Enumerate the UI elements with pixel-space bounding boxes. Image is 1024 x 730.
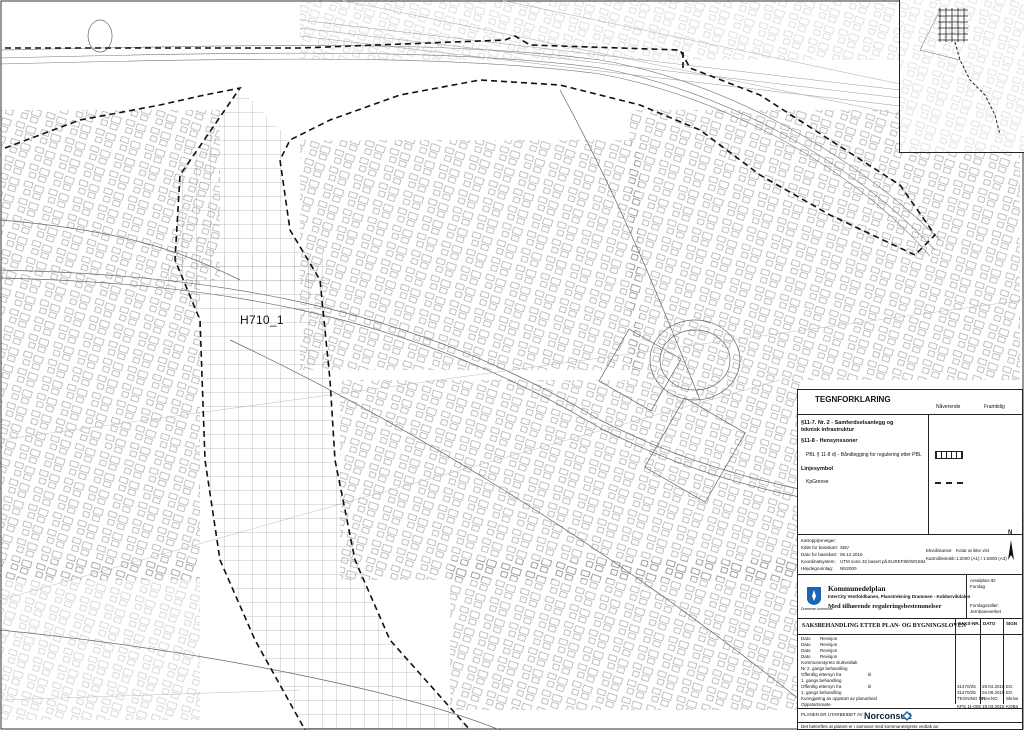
legend-section-a2: teknisk infrastruktur bbox=[801, 427, 855, 433]
case-row-value: Revisjon bbox=[820, 636, 838, 641]
col-sak: SAKS-NR. bbox=[958, 621, 980, 626]
col-sign: SIGN bbox=[1006, 621, 1018, 626]
case-sign: Skrive bbox=[1006, 696, 1019, 701]
case-row-key: 1. gangs behandling bbox=[801, 678, 842, 683]
divider bbox=[798, 414, 1022, 415]
case-row-value: Revisjon bbox=[820, 648, 838, 653]
meta-key: Høydegrunnlag: bbox=[801, 566, 834, 571]
case-row-key: Nr 2. gangs behandling bbox=[801, 666, 848, 671]
case-row-key: Oppstartsmøte bbox=[801, 702, 831, 707]
case-row-key: Dato bbox=[801, 654, 811, 659]
hatch-symbol bbox=[935, 451, 963, 459]
case-row-key: Dato bbox=[801, 636, 811, 641]
signature-label: Forslagsstiller: bbox=[970, 603, 1000, 608]
legend-item-kpgrense: KpGrense bbox=[806, 479, 829, 485]
case-row-key: Dato bbox=[801, 648, 811, 653]
divider bbox=[798, 534, 1022, 535]
divider bbox=[955, 618, 956, 704]
divider bbox=[798, 722, 1022, 723]
col-dato: DATO bbox=[983, 621, 996, 626]
scale-label: Kartmålestokk: bbox=[926, 556, 956, 561]
divider bbox=[798, 574, 1022, 575]
case-row-key: Offentlig ettersyn fra bbox=[801, 684, 842, 689]
meta-header: Kartopplysninger: bbox=[801, 538, 837, 543]
divider bbox=[798, 708, 1022, 709]
plan-title: Kommunedelplan bbox=[828, 584, 886, 593]
case-title: SAKSBEHANDLING ETTER PLAN- OG BYGNINGSLO… bbox=[802, 623, 967, 629]
case-row-value: Revisjon bbox=[820, 654, 838, 659]
overview-inset-map bbox=[899, 0, 1024, 153]
meta-key: Dato for basiskart: bbox=[801, 552, 838, 557]
prepared-by: PLANEN ER UTARBEIDET AV: bbox=[801, 712, 864, 717]
plan-subtitle-2: Med tilhørende reguleringsbestemmelser bbox=[828, 603, 942, 610]
case-sak: 31470/25 bbox=[957, 690, 976, 695]
plan-id-label: Arealplan-ID: bbox=[970, 578, 997, 583]
divider bbox=[980, 618, 981, 704]
divider bbox=[966, 574, 967, 618]
norconsult-logo-icon bbox=[902, 711, 912, 721]
scale-value: 1:2000 (A1) / 1:5000 (A3) bbox=[956, 556, 1007, 561]
legend-section-c: Linjesymbol bbox=[801, 466, 834, 472]
divider bbox=[798, 634, 1022, 635]
legend-panel: TEGNFORKLARING Nåverende Framtidig §11-7… bbox=[797, 389, 1023, 730]
signature-value: Jernbaneverket bbox=[970, 609, 1002, 614]
meta-value: UTM sone 32 basert på EUREF89/WGS84 bbox=[840, 559, 926, 564]
footer-note: Det bekreftes at planen er i samsvar med… bbox=[801, 724, 940, 729]
meta-value: 06.12.2016 bbox=[840, 552, 863, 557]
case-sak: 31470/25 bbox=[957, 684, 976, 689]
legend-col-existing: Nåverende bbox=[936, 404, 961, 410]
plan-id-status: Forslag bbox=[970, 584, 986, 589]
case-dato: Rev.NO bbox=[982, 696, 998, 701]
plan-subtitle: InterCity Vestfoldbanen, Planstrekning D… bbox=[828, 594, 971, 599]
overview-inset-drawing bbox=[900, 0, 1024, 152]
divider bbox=[798, 618, 1022, 619]
case-sign: EG bbox=[1006, 690, 1013, 695]
meta-key: Kilde for basiskart: bbox=[801, 545, 839, 550]
equidistance-value: Kotar at ikke vist bbox=[956, 548, 990, 553]
meta-value: NN2000 bbox=[840, 566, 857, 571]
case-row-key: Dato bbox=[801, 642, 811, 647]
municipality-crest-icon bbox=[807, 587, 821, 605]
legend-col-future: Framtidig bbox=[984, 404, 1005, 410]
dashed-line-symbol bbox=[935, 482, 963, 484]
case-row-value: til bbox=[868, 684, 872, 689]
case-row-key: Kommunestyrets sluttvedtak bbox=[801, 660, 858, 665]
north-label: N bbox=[1008, 530, 1013, 536]
case-sign: EG bbox=[1006, 684, 1013, 689]
case-row-key: 1. gangs behandling bbox=[801, 690, 842, 695]
area-label: H710_1 bbox=[240, 313, 284, 327]
legend-item-bandlegging: PBL § 11-8 d) - Båndlegging for reguleri… bbox=[806, 452, 922, 458]
meta-key: Koordinatsystem: bbox=[801, 559, 836, 564]
equidistance-label: Ekvidistanse: bbox=[926, 548, 953, 553]
divider bbox=[928, 414, 929, 534]
case-dato: 04.09.2015 bbox=[982, 690, 1005, 695]
case-row-value: Revisjon bbox=[820, 642, 838, 647]
case-row-value: til bbox=[868, 672, 872, 677]
legend-section-b: §11-8 - Hensynssoner bbox=[801, 438, 858, 444]
legend-title: TEGNFORKLARING bbox=[815, 395, 891, 404]
meta-value: SBV bbox=[840, 545, 850, 550]
case-row-key: Offentlig ettersyn fra bbox=[801, 672, 842, 677]
case-row-key: Kunngjøring av oppstart av planarbeid bbox=[801, 696, 878, 701]
legend-section-a: §11-7. Nr. 2 - Samferdselsanlegg og bbox=[801, 420, 894, 426]
case-dato: 29.04.2015 bbox=[982, 684, 1005, 689]
north-arrow-icon bbox=[1008, 540, 1014, 560]
